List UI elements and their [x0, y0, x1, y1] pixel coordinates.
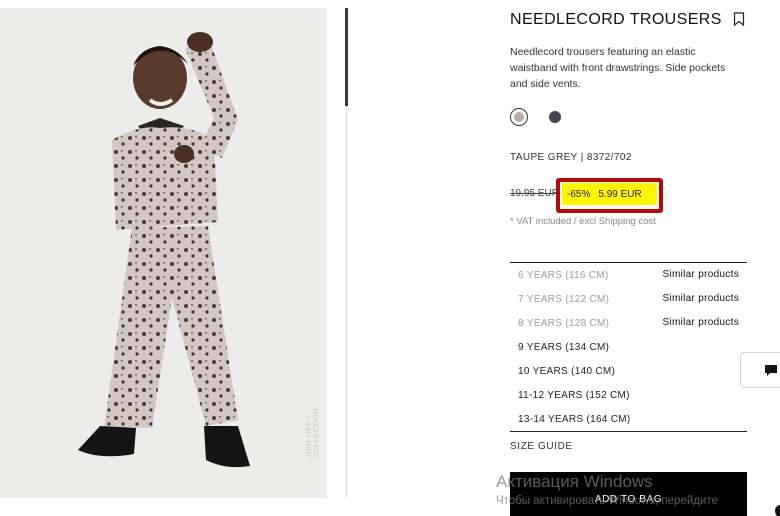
- color-swatch-fill: [514, 112, 524, 122]
- similar-products-link[interactable]: Similar products: [663, 317, 740, 328]
- size-guide-link[interactable]: SIZE GUIDE: [510, 441, 573, 452]
- size-option[interactable]: 6 YEARS (116 CM) Similar products: [510, 263, 747, 287]
- size-option[interactable]: 9 YEARS (134 CM): [510, 335, 747, 359]
- size-option[interactable]: 8 YEARS (128 CM) Similar products: [510, 311, 747, 335]
- size-label: 10 YEARS (140 CM): [518, 365, 616, 377]
- size-list: 6 YEARS (116 CM) Similar products 7 YEAR…: [510, 262, 747, 431]
- old-price: 19.95 EUR: [510, 188, 559, 199]
- size-label: 11-12 YEARS (152 CM): [518, 389, 630, 401]
- size-label: 9 YEARS (134 CM): [518, 341, 610, 353]
- price-highlight-box: [556, 178, 663, 213]
- color-reference: TAUPE GREY | 8372/702: [510, 152, 632, 163]
- photo-watermark: JOIN LIFE | COLLECTION: [306, 408, 320, 458]
- chat-button[interactable]: [740, 352, 780, 388]
- size-label: 7 YEARS (122 CM): [518, 293, 610, 305]
- similar-products-link[interactable]: Similar products: [663, 269, 740, 280]
- size-option[interactable]: 10 YEARS (140 CM): [510, 359, 747, 383]
- size-option[interactable]: 13-14 YEARS (164 CM): [510, 407, 747, 431]
- child-model-illustration: [0, 8, 327, 498]
- product-description: Needlecord trousers featuring an elastic…: [510, 46, 726, 90]
- size-label: 13-14 YEARS (164 CM): [518, 413, 631, 425]
- add-to-bag-button[interactable]: ADD TO BAG: [510, 472, 747, 516]
- size-list-divider: [510, 431, 747, 432]
- color-swatch-taupe-grey[interactable]: [510, 108, 528, 126]
- vat-note: * VAT included / excl Shipping cost: [510, 216, 656, 227]
- cursor-indicator: [775, 505, 780, 516]
- color-swatch-dark-grey[interactable]: [549, 111, 561, 123]
- similar-products-link[interactable]: Similar products: [663, 293, 740, 304]
- gallery-scroll-thumb[interactable]: [345, 8, 348, 106]
- product-image[interactable]: JOIN LIFE | COLLECTION: [0, 8, 327, 498]
- size-option[interactable]: 7 YEARS (122 CM) Similar products: [510, 287, 747, 311]
- chat-icon: [765, 365, 777, 376]
- product-title: NEEDLECORD TROUSERS: [510, 11, 722, 28]
- size-label: 8 YEARS (128 CM): [518, 317, 610, 329]
- size-option[interactable]: 11-12 YEARS (152 CM): [510, 383, 747, 407]
- bookmark-icon[interactable]: [733, 12, 745, 27]
- size-label: 6 YEARS (116 CM): [518, 269, 609, 281]
